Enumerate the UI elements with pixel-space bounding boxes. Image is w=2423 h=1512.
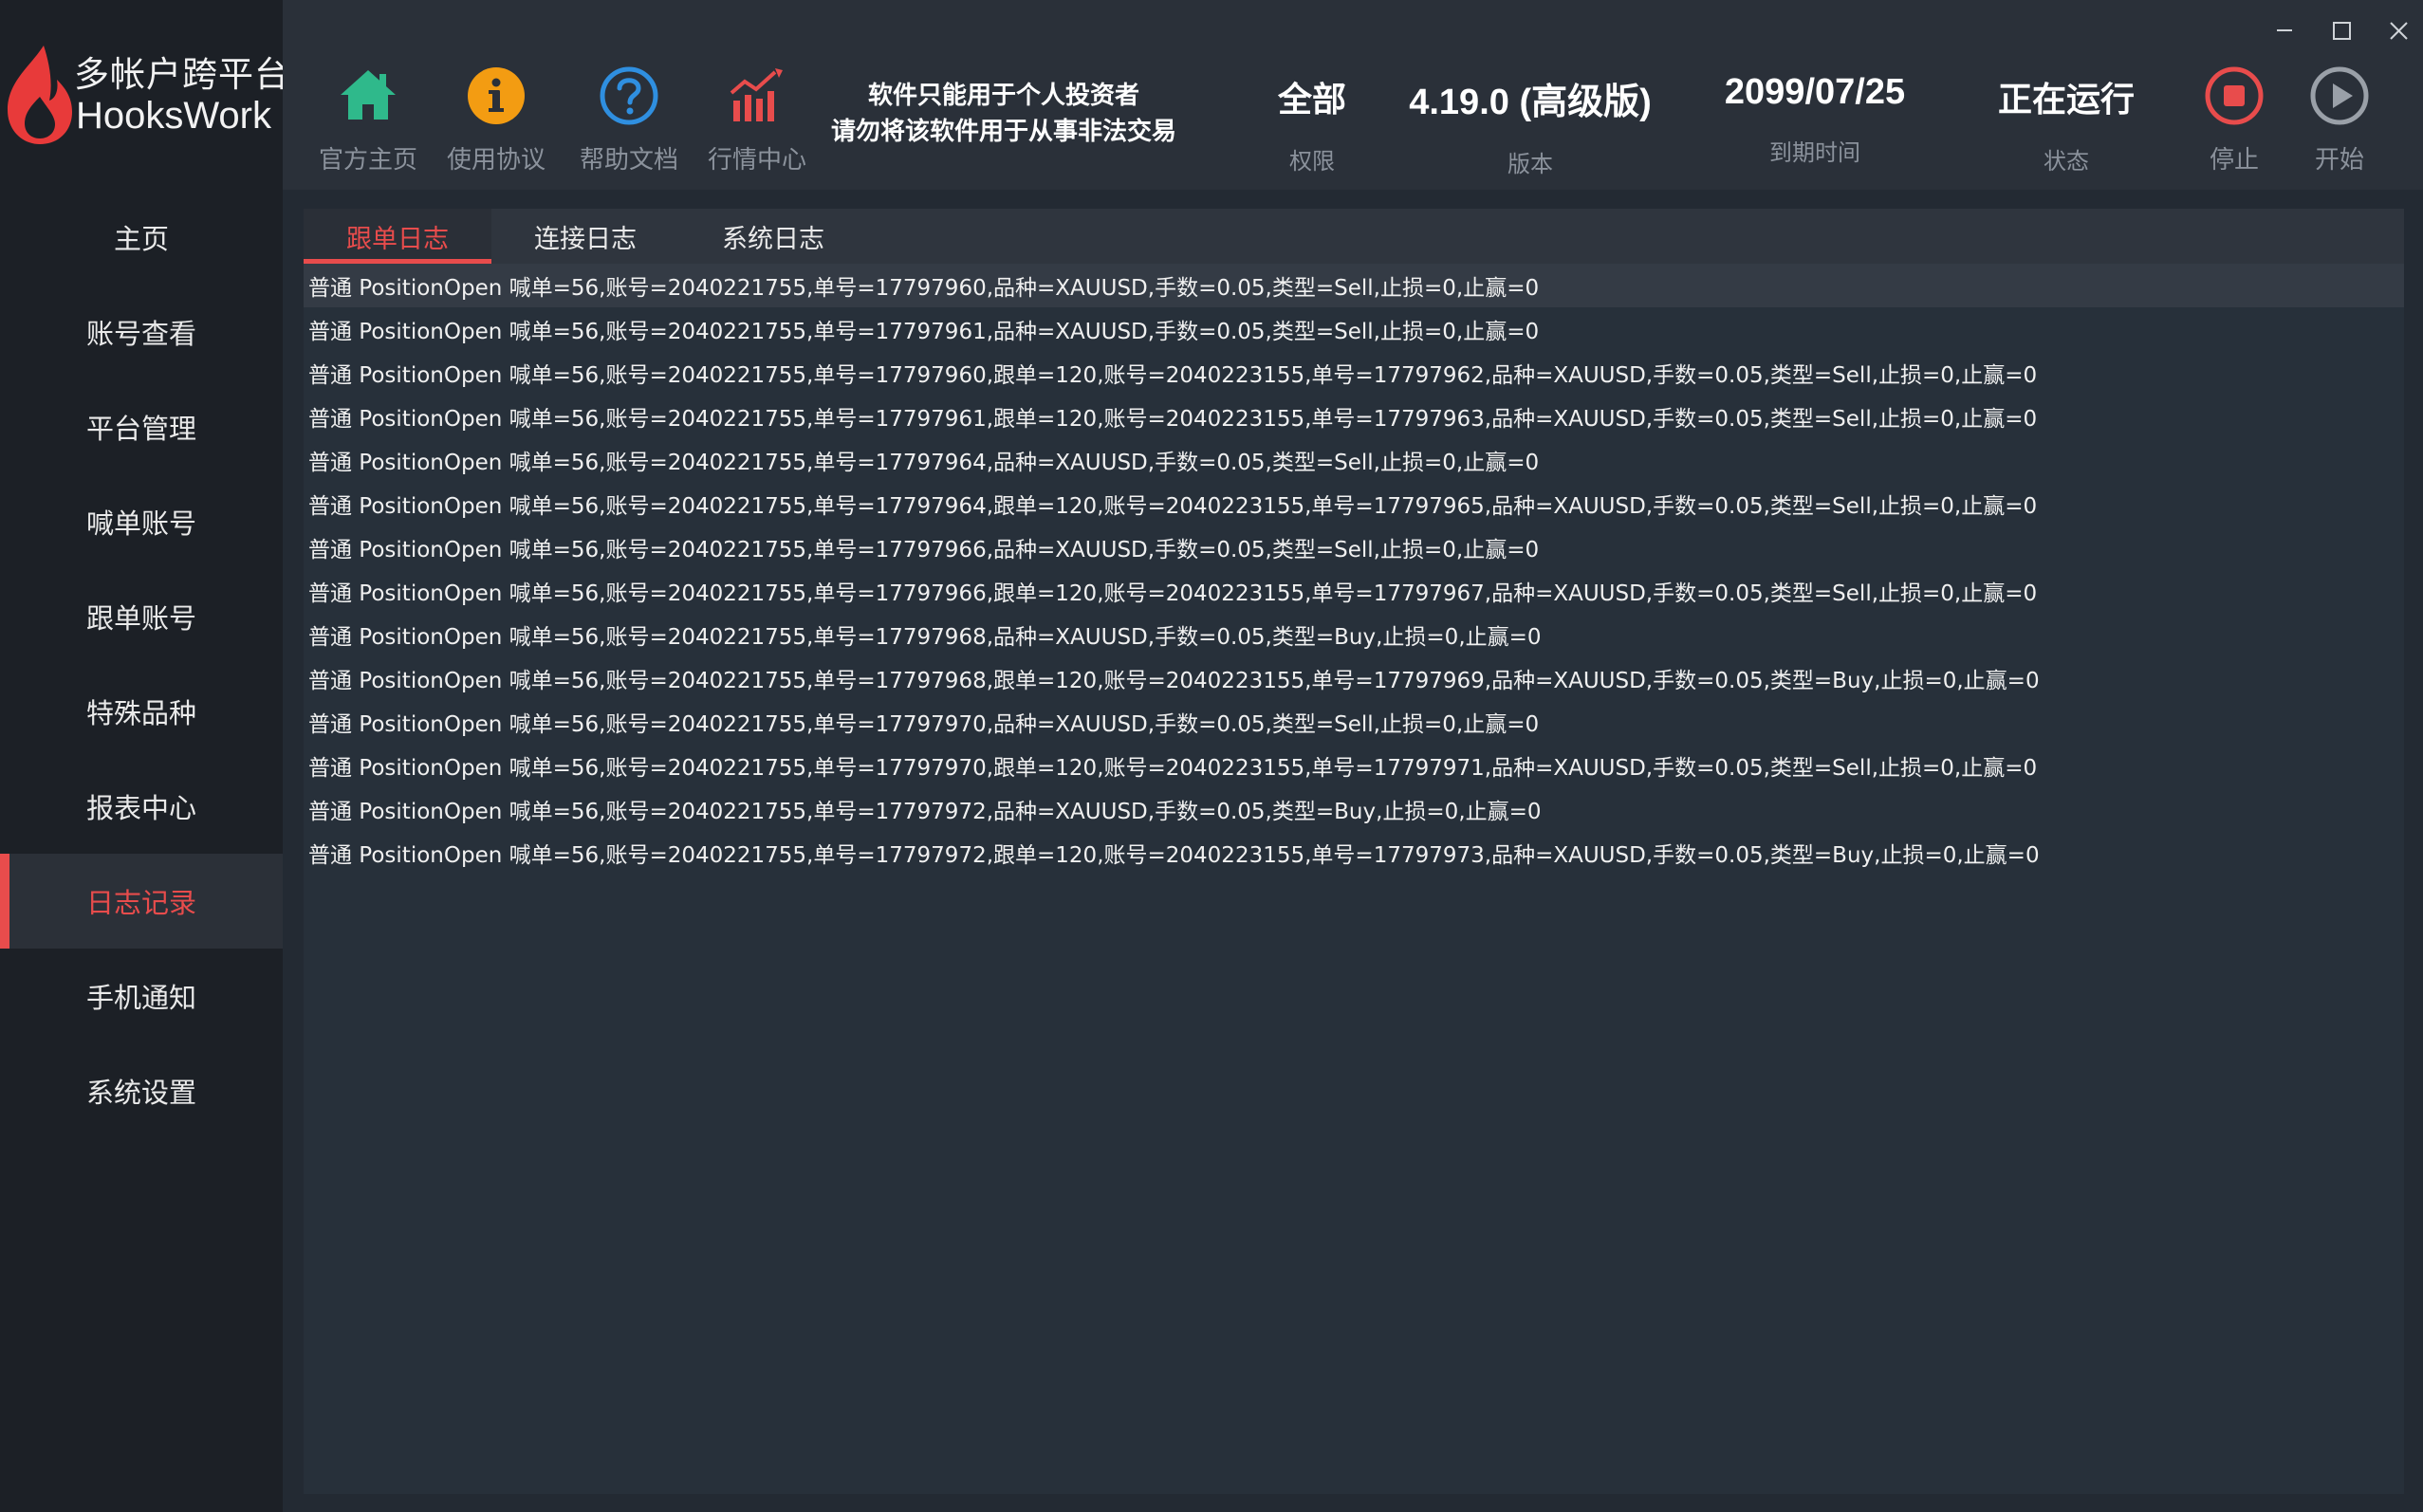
- license-agreement-button[interactable]: 使用协议: [435, 65, 558, 175]
- help-icon: [600, 66, 658, 125]
- sidebar-item-accounts[interactable]: 账号查看: [0, 285, 283, 379]
- sidebar-item-signal-accounts[interactable]: 喊单账号: [0, 474, 283, 569]
- tab-label: 系统日志: [722, 224, 824, 254]
- flame-logo-icon: [8, 46, 72, 144]
- app-title-en: HooksWork: [76, 95, 271, 137]
- permission-value: 全部: [1277, 81, 1346, 120]
- tool-label: 帮助文档: [579, 146, 678, 175]
- start-button[interactable]: 开始: [2287, 65, 2392, 175]
- sidebar-item-label: 特殊品种: [85, 697, 196, 729]
- tab-label: 跟单日志: [346, 224, 449, 254]
- expiry-info: 2099/07/25 到期时间: [1696, 72, 1933, 167]
- expiry-value: 2099/07/25: [1724, 72, 1906, 112]
- log-tabs: 跟单日志 连接日志 系统日志: [304, 209, 2404, 264]
- sidebar-item-label: 喊单账号: [85, 507, 196, 540]
- maximize-icon: [2333, 22, 2351, 40]
- help-docs-button[interactable]: 帮助文档: [567, 65, 691, 175]
- minimize-icon: [2277, 29, 2292, 31]
- sidebar-item-label: 跟单账号: [85, 602, 196, 635]
- log-entry[interactable]: 普通 PositionOpen 喊单=56,账号=2040221755,单号=1…: [304, 438, 2404, 482]
- stop-icon: [2205, 66, 2264, 125]
- log-entry[interactable]: 普通 PositionOpen 喊单=56,账号=2040221755,单号=1…: [304, 787, 2404, 831]
- sidebar-nav: 主页 账号查看 平台管理 喊单账号 跟单账号 特殊品种 报表中心 日志记录 手机…: [0, 190, 283, 1138]
- stop-button[interactable]: 停止: [2182, 65, 2286, 175]
- version-info: 4.19.0 (高级版) 版本: [1388, 72, 1673, 178]
- sidebar-item-label: 手机通知: [85, 982, 196, 1014]
- sidebar-item-label: 账号查看: [85, 318, 196, 350]
- app-logo: 多帐户跨平台 HooksWork: [0, 0, 289, 190]
- log-entry[interactable]: 普通 PositionOpen 喊单=56,账号=2040221755,单号=1…: [304, 307, 2404, 351]
- close-icon: [2390, 22, 2408, 40]
- sidebar-item-platforms[interactable]: 平台管理: [0, 379, 283, 474]
- status-caption: 状态: [2044, 148, 2089, 175]
- log-entry[interactable]: 普通 PositionOpen 喊单=56,账号=2040221755,单号=1…: [304, 700, 2404, 744]
- expiry-caption: 到期时间: [1769, 139, 1860, 166]
- top-toolbar: 官方主页 使用协议 帮助文档 行情中心 软件只能用于个人投资者 请勿将该软件用于…: [283, 0, 2423, 190]
- log-entry[interactable]: 普通 PositionOpen 喊单=56,账号=2040221755,单号=1…: [304, 395, 2404, 438]
- notice-line-2: 请勿将该软件用于从事非法交易: [830, 118, 1176, 146]
- sidebar-item-reports[interactable]: 报表中心: [0, 759, 283, 854]
- sidebar-item-special-symbols[interactable]: 特殊品种: [0, 664, 283, 759]
- tab-follow-log[interactable]: 跟单日志: [304, 209, 491, 264]
- tab-system-log[interactable]: 系统日志: [679, 209, 867, 264]
- tool-label: 使用协议: [446, 146, 546, 175]
- log-entry[interactable]: 普通 PositionOpen 喊单=56,账号=2040221755,单号=1…: [304, 656, 2404, 700]
- log-entry[interactable]: 普通 PositionOpen 喊单=56,账号=2040221755,单号=1…: [304, 526, 2404, 569]
- sidebar-item-label: 主页: [113, 223, 169, 255]
- sidebar-item-label: 系统设置: [85, 1077, 196, 1109]
- log-entry[interactable]: 普通 PositionOpen 喊单=56,账号=2040221755,单号=1…: [304, 569, 2404, 613]
- permission-info: 全部 权限: [1241, 72, 1383, 175]
- sidebar-item-settings[interactable]: 系统设置: [0, 1043, 283, 1138]
- status-value: 正在运行: [1997, 81, 2135, 120]
- sidebar-item-label: 日志记录: [85, 887, 196, 919]
- status-info: 正在运行 状态: [1971, 72, 2161, 175]
- log-entry[interactable]: 普通 PositionOpen 喊单=56,账号=2040221755,单号=1…: [304, 351, 2404, 395]
- market-center-button[interactable]: 行情中心: [695, 65, 819, 175]
- app-title-cn: 多帐户跨平台: [74, 54, 290, 95]
- version-value: 4.19.0 (高级版): [1409, 83, 1652, 122]
- tab-connection-log[interactable]: 连接日志: [491, 209, 679, 264]
- log-panel: 跟单日志 连接日志 系统日志 普通 PositionOpen 喊单=56,账号=…: [304, 209, 2404, 1494]
- version-caption: 版本: [1507, 151, 1553, 177]
- start-label: 开始: [2314, 146, 2364, 175]
- sidebar-item-home[interactable]: 主页: [0, 190, 283, 285]
- tool-label: 行情中心: [707, 146, 806, 175]
- chart-icon: [730, 68, 783, 121]
- usage-notice: 软件只能用于个人投资者 请勿将该软件用于从事非法交易: [814, 78, 1193, 150]
- sidebar-item-follow-accounts[interactable]: 跟单账号: [0, 569, 283, 664]
- permission-caption: 权限: [1289, 148, 1335, 175]
- close-button[interactable]: [2376, 13, 2421, 47]
- sidebar: 多帐户跨平台 HooksWork 主页 账号查看 平台管理 喊单账号 跟单账号 …: [0, 0, 289, 1512]
- info-icon: [468, 67, 525, 124]
- log-entry[interactable]: 普通 PositionOpen 喊单=56,账号=2040221755,单号=1…: [304, 482, 2404, 526]
- sidebar-item-logs[interactable]: 日志记录: [0, 854, 283, 949]
- log-entry[interactable]: 普通 PositionOpen 喊单=56,账号=2040221755,单号=1…: [304, 613, 2404, 656]
- log-entry[interactable]: 普通 PositionOpen 喊单=56,账号=2040221755,单号=1…: [304, 264, 2404, 307]
- stop-label: 停止: [2209, 146, 2259, 175]
- log-entry[interactable]: 普通 PositionOpen 喊单=56,账号=2040221755,单号=1…: [304, 831, 2404, 875]
- play-icon: [2310, 66, 2369, 125]
- official-home-button[interactable]: 官方主页: [306, 65, 430, 175]
- tab-label: 连接日志: [534, 224, 637, 254]
- sidebar-item-label: 报表中心: [85, 792, 196, 824]
- minimize-button[interactable]: [2262, 13, 2307, 47]
- sidebar-item-mobile-notify[interactable]: 手机通知: [0, 949, 283, 1043]
- log-list[interactable]: 普通 PositionOpen 喊单=56,账号=2040221755,单号=1…: [304, 264, 2404, 875]
- home-icon: [341, 70, 396, 120]
- log-entry[interactable]: 普通 PositionOpen 喊单=56,账号=2040221755,单号=1…: [304, 744, 2404, 787]
- sidebar-item-label: 平台管理: [85, 413, 196, 445]
- maximize-button[interactable]: [2319, 13, 2364, 47]
- notice-line-1: 软件只能用于个人投资者: [867, 82, 1139, 110]
- tool-label: 官方主页: [318, 146, 417, 175]
